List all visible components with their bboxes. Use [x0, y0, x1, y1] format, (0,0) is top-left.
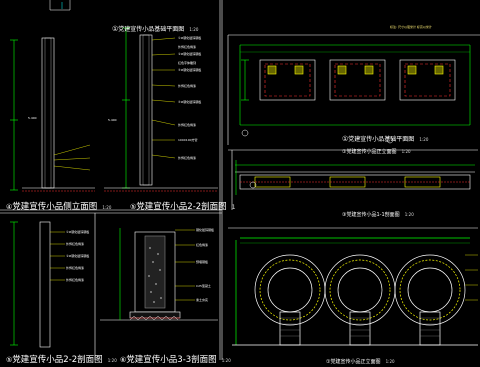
svg-text:素土夯实: 素土夯实: [196, 297, 208, 302]
title-section-1-1: ③党建宣传小品1-1剖面图 1:20: [342, 212, 414, 218]
svg-text:红色字体雕刻: 红色字体雕刻: [178, 60, 196, 65]
section-2-2-bottom-notes: ①#钢化镀锌钢板 外饰红色烤漆 ②#钢化镀锌钢板 外饰红色烤漆 外饰红色烤漆: [66, 229, 89, 282]
svg-text:外饰红色烤漆: 外饰红色烤漆: [178, 83, 196, 88]
base-plan-right-drawing: [239, 44, 471, 126]
title-side-elevation: ④党建宣传小品侧立面图 1:20: [6, 202, 112, 212]
svg-text:外饰红色烤漆: 外饰红色烤漆: [178, 122, 196, 127]
section-2-2-bottom-drawing: [10, 221, 65, 348]
title-base-plan-top: ①党建宣传小品基础平面图 1:20: [112, 25, 199, 33]
title-section-2-2-top: ⑤党建宣传小品2-2剖面图 1: [130, 202, 236, 212]
svg-text:③#钢化镀锌钢板: ③#钢化镀锌钢板: [178, 67, 201, 72]
svg-text:外饰红色烤漆: 外饰红色烤漆: [66, 265, 84, 270]
svg-text:外饰红色烤漆: 外饰红色烤漆: [178, 44, 196, 49]
svg-text:①#钢化镀锌钢板: ①#钢化镀锌钢板: [66, 229, 89, 234]
svg-text:红色烤漆: 红色烤漆: [196, 242, 208, 247]
front-elevation-small-drawing: [235, 160, 475, 195]
title-section-2-2-bottom: ⑤党建宣传小品2-2剖面图 1:20: [6, 355, 117, 365]
svg-text:④#钢化镀锌钢板: ④#钢化镀锌钢板: [178, 99, 201, 104]
svg-text:外饰红色烤漆: 外饰红色烤漆: [66, 241, 84, 246]
svg-text:预埋钢板: 预埋钢板: [196, 259, 208, 264]
cad-drawing-sheet: ①#钢化镀锌钢板 外饰红色烤漆 ②#钢化镀锌钢板 红色字体雕刻 ③#钢化镀锌钢板…: [0, 0, 480, 360]
svg-text:外饰红色烤漆: 外饰红色烤漆: [178, 155, 196, 160]
front-elevation-main-drawing: [232, 237, 478, 346]
title-front-elevation-main: ①党建宣传小品正立面图 1:20: [326, 359, 395, 365]
section-3-3-notes: 钢化镀锌钢板 红色烤漆 预埋钢板 C25混凝土 素土夯实: [196, 227, 214, 302]
elevation-mark-a: 5.400: [28, 116, 37, 120]
side-elevation-drawing: [10, 37, 95, 192]
svg-text:100X100方管: 100X100方管: [178, 137, 198, 142]
title-front-elevation-small: ①党建宣传小品正立面图 1:20: [342, 149, 411, 155]
title-section-3-3: ⑥党建宣传小品3-3剖面图 1:20: [120, 355, 231, 365]
section-2-2-top-notes: ①#钢化镀锌钢板 外饰红色烤漆 ②#钢化镀锌钢板 红色字体雕刻 ③#钢化镀锌钢板…: [178, 35, 201, 160]
svg-text:①#钢化镀锌钢板: ①#钢化镀锌钢板: [178, 35, 201, 40]
dimension-note: 标注: 尺寸以毫米计 标高以米计: [390, 25, 432, 29]
base-plan-top-strip: [49, 0, 71, 11]
section-3-3-drawing: [100, 228, 218, 321]
svg-text:C25混凝土: C25混凝土: [196, 283, 211, 288]
svg-text:②#钢化镀锌钢板: ②#钢化镀锌钢板: [66, 253, 89, 258]
svg-text:钢化镀锌钢板: 钢化镀锌钢板: [196, 227, 214, 232]
elevation-mark-b: 5.400: [108, 118, 117, 122]
svg-text:外饰红色烤漆: 外饰红色烤漆: [66, 277, 84, 282]
svg-text:②#钢化镀锌钢板: ②#钢化镀锌钢板: [178, 51, 201, 56]
